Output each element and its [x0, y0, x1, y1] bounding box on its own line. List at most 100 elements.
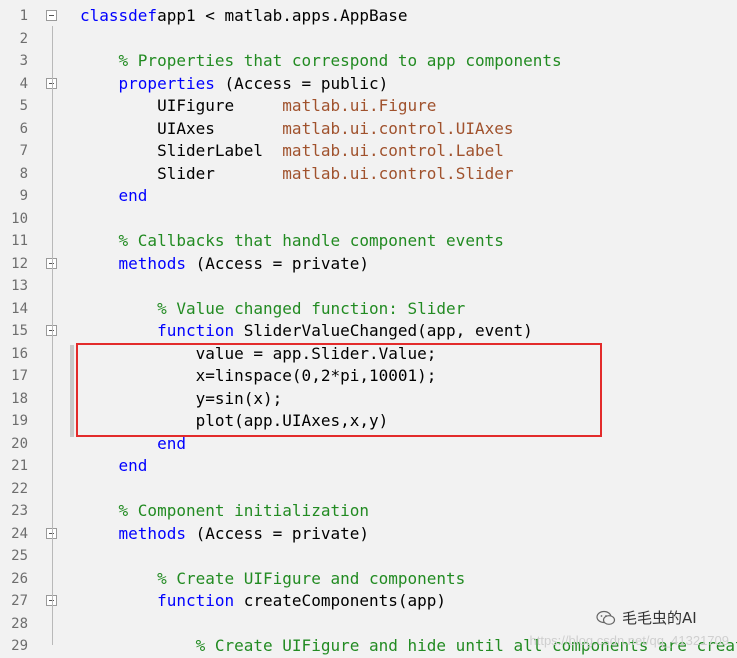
code-line[interactable]: 6 UIAxes matlab.ui.control.UIAxes	[0, 118, 737, 141]
comment-token: % Properties that correspond to app comp…	[118, 51, 562, 70]
code-line[interactable]: 25	[0, 545, 737, 568]
code-text: end	[80, 455, 148, 478]
line-number: 23	[11, 503, 28, 519]
line-number: 21	[11, 458, 28, 474]
code-text: % Value changed function: Slider	[80, 298, 465, 321]
code-line[interactable]: 9 end	[0, 185, 737, 208]
code-line[interactable]: 8 Slider matlab.ui.control.Slider	[0, 163, 737, 186]
line-number: 13	[11, 278, 28, 294]
code-line[interactable]: 7 SliderLabel matlab.ui.control.Label	[0, 140, 737, 163]
line-number: 10	[11, 210, 28, 227]
code-text: end	[80, 185, 148, 208]
keyword-token: function	[157, 321, 235, 340]
line-number: 9	[19, 188, 28, 204]
line-number: 17	[11, 368, 28, 384]
code-line[interactable]: 5 UIFigure matlab.ui.Figure	[0, 95, 737, 118]
code-line[interactable]: 24 methods (Access = private)	[0, 523, 737, 546]
code-token: UIAxes	[80, 118, 283, 138]
line-number: 4	[19, 75, 28, 92]
line-number: 12	[11, 255, 28, 272]
highlight-box	[76, 343, 602, 437]
code-text: function SliderValueChanged(app, event)	[80, 320, 533, 343]
type-token: matlab.ui.control.UIAxes	[282, 118, 514, 138]
type-token: matlab.ui.Figure	[282, 96, 437, 115]
code-text: function createComponents(app)	[80, 590, 446, 613]
code-token: (Access = private)	[185, 253, 369, 273]
code-line[interactable]: 12 methods (Access = private)	[0, 253, 737, 276]
code-text: UIFigure matlab.ui.Figure	[80, 95, 436, 118]
code-text: UIAxes matlab.ui.control.UIAxes	[80, 118, 513, 141]
code-editor[interactable]: 1 classdefapp1 < matlab.apps.AppBase 2 3 % …	[0, 0, 737, 655]
line-number: 1	[19, 8, 28, 24]
code-line[interactable]: 14 % Value changed function: Slider	[0, 298, 737, 321]
code-token: Slider	[80, 163, 283, 183]
line-number: 20	[11, 435, 28, 452]
code-line[interactable]: 2	[0, 28, 737, 51]
code-line[interactable]: 11 % Callbacks that handle component eve…	[0, 230, 737, 253]
line-number: 24	[11, 525, 28, 542]
line-number: 19	[11, 413, 28, 429]
code-line[interactable]: 23 % Component initialization	[0, 500, 737, 523]
keyword-token: methods	[118, 253, 186, 273]
line-number: 29	[11, 638, 28, 654]
code-token: (Access = private)	[185, 523, 369, 543]
code-line[interactable]: 15 function SliderValueChanged(app, even…	[0, 320, 737, 343]
code-line[interactable]: 1 classdefapp1 < matlab.apps.AppBase	[0, 5, 737, 28]
code-text: methods (Access = private)	[80, 523, 369, 546]
code-text: % Callbacks that handle component events	[80, 230, 504, 253]
code-token: createComponents(app)	[234, 591, 447, 610]
code-text: classdefapp1 < matlab.apps.AppBase	[80, 5, 408, 28]
comment-token: % Component initialization	[118, 501, 369, 520]
comment-token: % Value changed function: Slider	[157, 298, 466, 318]
line-number: 16	[11, 345, 28, 362]
line-number: 14	[11, 300, 28, 317]
line-number: 15	[11, 323, 28, 339]
code-text: % Create UIFigure and components	[80, 568, 465, 591]
keyword-token: methods	[118, 523, 186, 543]
code-text: methods (Access = private)	[80, 253, 369, 276]
line-number: 28	[11, 615, 28, 632]
code-line[interactable]: 3 % Properties that correspond to app co…	[0, 50, 737, 73]
line-number: 27	[11, 593, 28, 609]
code-line[interactable]: 22	[0, 478, 737, 501]
brand-label: 毛毛虫的AI	[596, 607, 697, 628]
comment-token: % Create UIFigure and components	[157, 568, 466, 588]
line-number: 11	[11, 233, 28, 249]
wechat-icon	[596, 610, 616, 625]
line-number: 5	[19, 98, 28, 114]
line-number: 7	[19, 143, 28, 159]
code-text: SliderLabel matlab.ui.control.Label	[80, 140, 504, 163]
fold-guide	[52, 25, 53, 645]
line-number: 25	[11, 548, 28, 564]
line-number: 18	[11, 390, 28, 407]
keyword-token: properties	[118, 73, 215, 93]
type-token: matlab.ui.control.Slider	[282, 163, 514, 183]
code-text: Slider matlab.ui.control.Slider	[80, 163, 513, 186]
code-line[interactable]: 21 end	[0, 455, 737, 478]
code-token: SliderValueChanged(app, event)	[234, 321, 533, 340]
collapse-icon[interactable]	[46, 10, 57, 21]
code-line[interactable]: 4 properties (Access = public)	[0, 73, 737, 96]
keyword-token: end	[118, 186, 148, 205]
code-line[interactable]: 13	[0, 275, 737, 298]
line-number: 26	[11, 570, 28, 587]
change-indicator-bar	[70, 345, 74, 437]
code-token: app1 < matlab.apps.AppBase	[157, 6, 408, 25]
code-line[interactable]: 10	[0, 208, 737, 231]
code-text: % Component initialization	[80, 500, 369, 523]
code-token: UIFigure	[80, 96, 283, 115]
brand-text: 毛毛虫的AI	[622, 609, 697, 627]
line-number: 8	[19, 165, 28, 182]
type-token: matlab.ui.control.Label	[282, 141, 504, 160]
code-text: properties (Access = public)	[80, 73, 389, 96]
code-line[interactable]: 26 % Create UIFigure and components	[0, 568, 737, 591]
